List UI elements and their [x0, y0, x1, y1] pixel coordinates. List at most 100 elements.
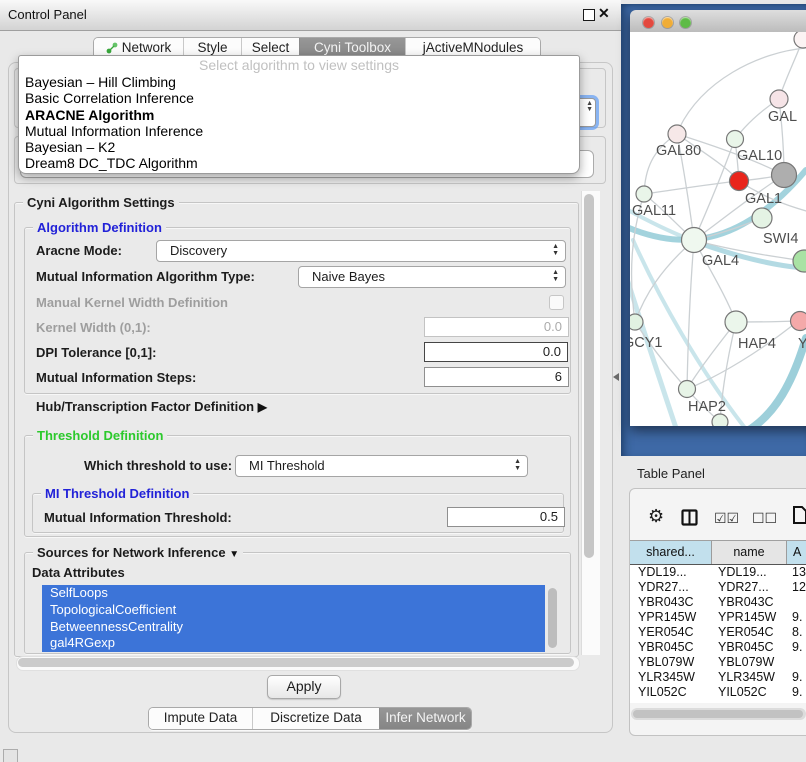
table-cell[interactable]: YBL079W	[638, 655, 694, 670]
table-cell[interactable]: YDL19...	[638, 565, 687, 580]
network-node[interactable]	[770, 90, 788, 108]
table-row[interactable]: YBR045C YBR045C 9.	[630, 640, 806, 655]
algorithm-option[interactable]: ARACNE Algorithm	[19, 107, 579, 123]
mi-steps-field[interactable]: 6	[424, 367, 569, 387]
network-node[interactable]	[636, 186, 652, 202]
network-node[interactable]	[712, 414, 728, 426]
tab-discretize-data[interactable]: Discretize Data	[252, 708, 379, 729]
split-columns-icon[interactable]	[681, 509, 698, 531]
table-cell[interactable]: YLR345W	[638, 670, 695, 685]
stepper-icon[interactable]: ▲▼	[514, 459, 521, 472]
algorithm-option[interactable]: Mutual Information Inference	[19, 123, 579, 139]
tab-impute-data[interactable]: Impute Data	[149, 708, 252, 729]
network-node[interactable]	[682, 228, 707, 253]
minimized-panel-icon[interactable]	[3, 749, 18, 762]
table-cell[interactable]: 9.	[792, 610, 802, 625]
table-cell[interactable]: YDL19...	[718, 565, 767, 580]
table-cell[interactable]: YBR045C	[718, 640, 774, 655]
close-icon[interactable]: ✕	[598, 5, 610, 22]
table-cell[interactable]: 9.	[792, 640, 802, 655]
attribute-item[interactable]: SelfLoops	[42, 585, 545, 602]
kernel-width-field[interactable]: 0.0	[424, 317, 569, 337]
table-cell[interactable]: YLR345W	[718, 670, 775, 685]
network-node[interactable]	[679, 381, 696, 398]
table-row[interactable]: YBL079W YBL079W	[630, 655, 806, 670]
network-node[interactable]	[752, 208, 772, 228]
table-row[interactable]: YDR27... YDR27... 12	[630, 580, 806, 595]
network-node[interactable]	[727, 131, 744, 148]
attribute-item[interactable]: BetweennessCentrality	[42, 619, 545, 636]
attribute-item[interactable]: TopologicalCoefficient	[42, 602, 545, 619]
manual-kernel-checkbox[interactable]	[549, 295, 564, 310]
settings-vscrollbar-thumb[interactable]	[584, 194, 594, 558]
network-node[interactable]	[791, 312, 806, 331]
column-header-partial[interactable]: A	[787, 541, 806, 564]
table-rows: YDL19...YDL19...13YDR27...YDR27...12YBR0…	[630, 565, 806, 703]
table-cell[interactable]: YER054C	[718, 625, 774, 640]
network-canvas[interactable]: GALGAL80GAL10GAL1GAL11SWI4GAL4GCY1HAP4YH…	[630, 32, 806, 426]
table-row[interactable]: YIL052C YIL052C 9.	[630, 685, 806, 700]
table-cell[interactable]: 12	[792, 580, 806, 595]
table-row[interactable]: YER054C YER054C 8.	[630, 625, 806, 640]
minimize-traffic-light-icon[interactable]	[662, 17, 673, 28]
aracne-mode-combobox[interactable]: Discovery ▲▼	[156, 240, 566, 262]
algorithm-option[interactable]: Dream8 DC_TDC Algorithm	[19, 155, 579, 171]
table-cell[interactable]: YIL052C	[718, 685, 767, 700]
table-cell[interactable]: 13	[792, 565, 806, 580]
table-row[interactable]: YPR145W YPR145W 9.	[630, 610, 806, 625]
gear-icon[interactable]: ⚙	[648, 506, 664, 527]
attribute-item[interactable]: gal4RGexp	[42, 635, 545, 652]
network-node[interactable]	[730, 172, 749, 191]
network-node[interactable]	[668, 125, 686, 143]
zoom-traffic-light-icon[interactable]	[680, 17, 691, 28]
column-header-name[interactable]: name	[712, 541, 787, 564]
table-cell[interactable]: YIL052C	[638, 685, 687, 700]
checked-boxes-icon[interactable]: ☑☑	[714, 510, 739, 527]
table-cell[interactable]: YDR27...	[638, 580, 689, 595]
algorithm-option[interactable]: Bayesian – Hill Climbing	[19, 74, 579, 90]
algorithm-option[interactable]: Basic Correlation Inference	[19, 90, 579, 106]
network-node[interactable]	[630, 314, 643, 330]
network-view-window[interactable]: GALGAL80GAL10GAL1GAL11SWI4GAL4GCY1HAP4YH…	[630, 10, 806, 426]
table-cell[interactable]: YBR045C	[638, 640, 694, 655]
settings-hscrollbar-thumb[interactable]	[18, 658, 574, 667]
table-cell[interactable]: YDR27...	[718, 580, 769, 595]
expand-arrow-icon[interactable]: ▶	[258, 400, 267, 414]
table-cell[interactable]: 8.	[792, 625, 802, 640]
dpi-tolerance-label: DPI Tolerance [0,1]:	[36, 345, 156, 360]
network-node[interactable]	[725, 311, 747, 333]
float-window-icon[interactable]	[583, 9, 595, 21]
stepper-icon[interactable]: ▲▼	[552, 270, 559, 283]
tab-infer-network[interactable]: Infer Network	[379, 708, 471, 729]
network-window-titlebar[interactable]	[630, 10, 806, 33]
column-header-shared[interactable]: shared...	[630, 541, 712, 564]
network-node[interactable]	[794, 32, 806, 48]
algorithm-option[interactable]: Bayesian – K2	[19, 139, 579, 155]
which-threshold-combobox[interactable]: MI Threshold ▲▼	[235, 455, 528, 477]
collapse-arrow-icon[interactable]: ▼	[229, 549, 239, 560]
stepper-icon[interactable]: ▲▼	[552, 244, 559, 257]
attribute-list-scrollbar[interactable]	[548, 588, 557, 648]
file-icon[interactable]	[792, 505, 806, 530]
table-cell[interactable]: YPR145W	[638, 610, 696, 625]
table-cell[interactable]: YBR043C	[638, 595, 694, 610]
table-cell[interactable]: 9.	[792, 670, 802, 685]
mi-threshold-field[interactable]: 0.5	[447, 507, 565, 527]
table-row[interactable]: YLR345W YLR345W 9.	[630, 670, 806, 685]
unchecked-boxes-icon[interactable]: ☐☐	[752, 510, 777, 527]
table-row[interactable]: YBR043C YBR043C	[630, 595, 806, 610]
table-cell[interactable]: YPR145W	[718, 610, 776, 625]
mi-algorithm-combobox[interactable]: Naive Bayes ▲▼	[298, 266, 566, 288]
close-traffic-light-icon[interactable]	[643, 17, 654, 28]
table-hscrollbar-thumb[interactable]	[633, 710, 803, 718]
table-cell[interactable]: 9.	[792, 685, 802, 700]
table-cell[interactable]: YBL079W	[718, 655, 774, 670]
table-row[interactable]: YDL19... YDL19... 13	[630, 565, 806, 580]
split-pane-handle[interactable]	[613, 373, 619, 381]
apply-button[interactable]: Apply	[267, 675, 341, 699]
dpi-tolerance-field[interactable]: 0.0	[424, 342, 568, 362]
table-cell[interactable]: YER054C	[638, 625, 694, 640]
table-cell[interactable]: YBR043C	[718, 595, 774, 610]
hub-definition-label[interactable]: Hub/Transcription Factor Definition ▶	[36, 399, 267, 414]
network-node[interactable]	[772, 163, 797, 188]
